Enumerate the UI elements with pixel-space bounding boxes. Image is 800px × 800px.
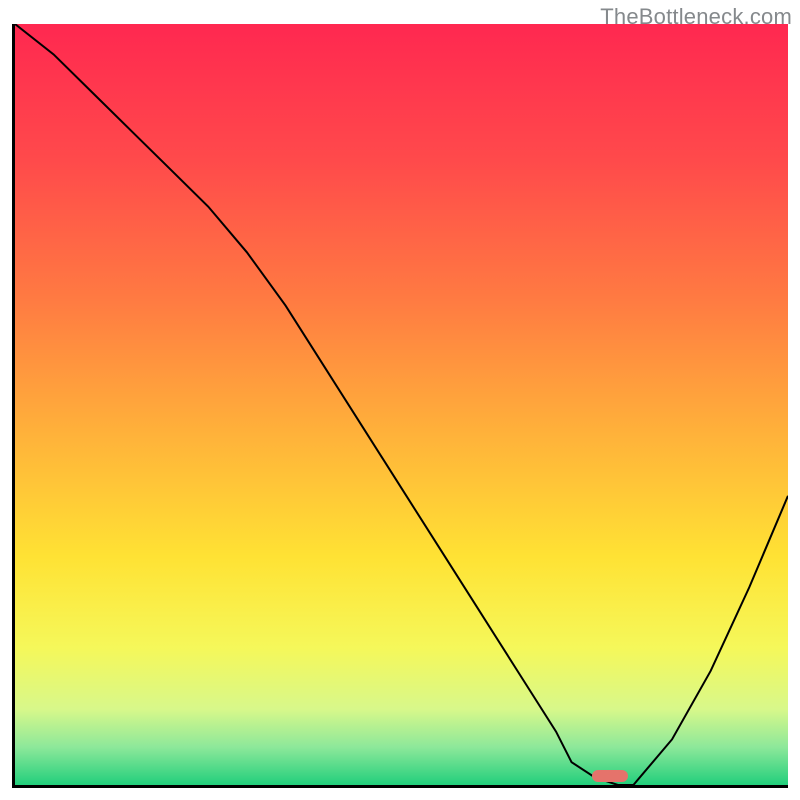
bottleneck-curve-path bbox=[15, 24, 788, 785]
curve-layer bbox=[15, 24, 788, 785]
bottleneck-chart: TheBottleneck.com bbox=[0, 0, 800, 800]
plot-area bbox=[12, 24, 788, 788]
optimal-point-marker bbox=[592, 770, 628, 782]
